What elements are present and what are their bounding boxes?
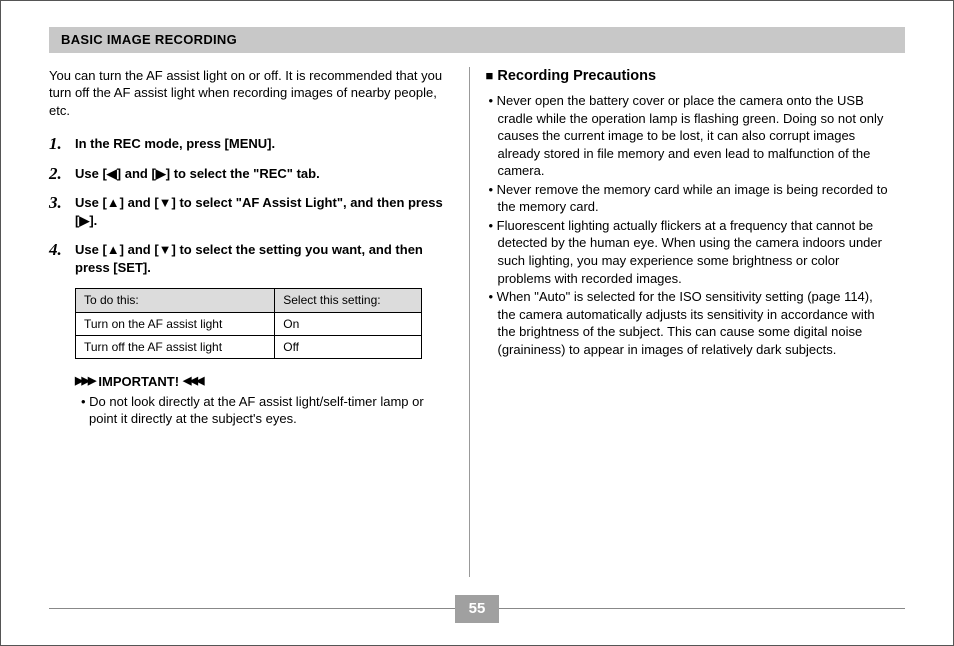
important-text: • Do not look directly at the AF assist … (89, 393, 453, 428)
list-item: Never remove the memory card while an im… (486, 181, 890, 216)
decoration-icon: ◀◀◀ (183, 374, 202, 389)
table-cell: Turn off the AF assist light (76, 335, 275, 358)
right-heading-text: Recording Precautions (497, 68, 656, 84)
square-bullet-icon: ■ (486, 68, 494, 83)
left-column: You can turn the AF assist light on or o… (49, 67, 469, 577)
table-header: Select this setting: (275, 289, 422, 312)
decoration-icon: ▶▶▶ (75, 374, 94, 389)
table-header-row: To do this: Select this setting: (76, 289, 422, 312)
right-column: ■Recording Precautions Never open the ba… (484, 67, 906, 577)
precautions-list: Never open the battery cover or place th… (486, 92, 890, 358)
step-2: Use [◀] and [▶] to select the "REC" tab. (49, 165, 453, 183)
table-cell: On (275, 312, 422, 335)
page-footer: 55 (49, 595, 905, 623)
content-columns: You can turn the AF assist light on or o… (49, 67, 905, 577)
step-4: Use [▲] and [▼] to select the setting yo… (49, 241, 453, 276)
list-item: When "Auto" is selected for the ISO sens… (486, 288, 890, 358)
column-divider (469, 67, 470, 577)
manual-page: BASIC IMAGE RECORDING You can turn the A… (0, 0, 954, 646)
step-1: In the REC mode, press [MENU]. (49, 135, 453, 153)
table-cell: Turn on the AF assist light (76, 312, 275, 335)
table-row: Turn off the AF assist light Off (76, 335, 422, 358)
list-item: Fluorescent lighting actually flickers a… (486, 217, 890, 287)
steps-list: In the REC mode, press [MENU]. Use [◀] a… (49, 135, 453, 276)
page-number: 55 (455, 595, 500, 623)
list-item: Never open the battery cover or place th… (486, 92, 890, 180)
table-header: To do this: (76, 289, 275, 312)
footer-line (499, 608, 905, 609)
footer-line (49, 608, 455, 609)
table-row: Turn on the AF assist light On (76, 312, 422, 335)
important-header: ▶▶▶ IMPORTANT! ◀◀◀ (75, 373, 453, 391)
important-label: IMPORTANT! (98, 373, 179, 391)
section-title: BASIC IMAGE RECORDING (49, 27, 905, 53)
step-3: Use [▲] and [▼] to select "AF Assist Lig… (49, 194, 453, 229)
table-cell: Off (275, 335, 422, 358)
settings-table: To do this: Select this setting: Turn on… (75, 288, 422, 359)
right-heading: ■Recording Precautions (486, 67, 890, 87)
intro-text: You can turn the AF assist light on or o… (49, 67, 453, 120)
